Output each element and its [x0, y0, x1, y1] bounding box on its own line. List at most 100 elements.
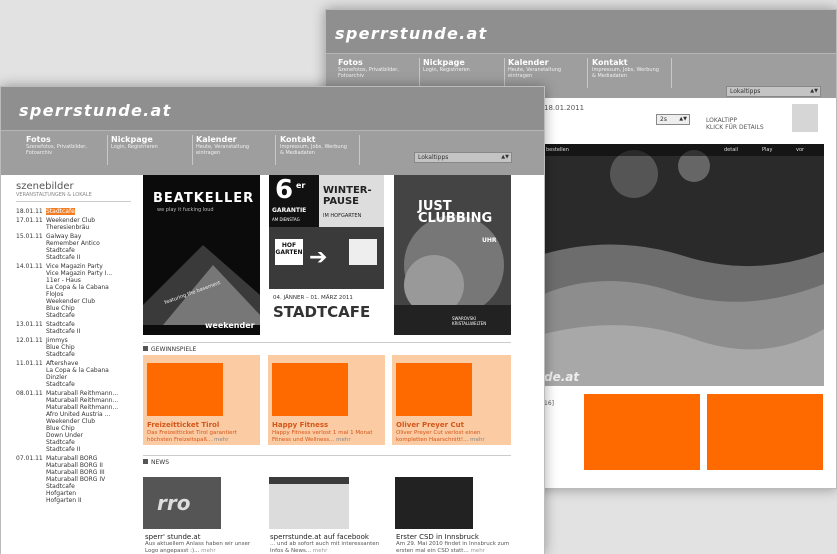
- back-nav-fotos[interactable]: Fotos Szenefotos, Privatbilder, Fotoarch…: [338, 58, 420, 88]
- poster-left-sup: er: [296, 181, 306, 190]
- back-nav-nickpage[interactable]: Nickpage Login, Registrieren: [423, 58, 505, 88]
- group-date: 14.01.11: [16, 263, 43, 270]
- news-desc: Aus aktuellem Anlass haben wir unser Log…: [145, 541, 263, 554]
- sidebar-event-link[interactable]: Blue Chip: [46, 305, 112, 312]
- gewinnspiel-card[interactable]: Happy Fitness Happy Fitness verlost 1 ma…: [268, 355, 385, 445]
- news-title[interactable]: sperr' stunde.at: [145, 533, 200, 541]
- group-entries: Stadtcafe Stadtcafe II: [46, 321, 80, 335]
- sidebar-event-link[interactable]: Maturaball Reithmann...: [46, 390, 118, 397]
- news-image[interactable]: rro: [143, 477, 221, 529]
- sidebar-event-link[interactable]: Weekender Club: [46, 298, 112, 305]
- sidebar-event-link[interactable]: Vice Magazin Party I...: [46, 270, 112, 277]
- more-link[interactable]: mehr: [336, 437, 351, 443]
- card-desc-text: Happy Fitness verlost 1 mal 1 Monat Fitn…: [272, 430, 373, 443]
- more-link[interactable]: mehr: [201, 548, 216, 554]
- sidebar-event-link[interactable]: Weekender Club: [46, 217, 95, 224]
- sidebar-event-link[interactable]: Maturaball BORG III: [46, 469, 105, 476]
- sidebar-event-link[interactable]: Stadtcafe: [46, 247, 100, 254]
- back-date: 18.01.2011: [544, 104, 585, 112]
- back-orange-box-1[interactable]: [584, 394, 700, 470]
- sidebar-event-link[interactable]: Maturaball Reithmann...: [46, 397, 118, 404]
- sidebar-event-link[interactable]: Hofgarten II: [46, 497, 105, 504]
- sidebar-event-link[interactable]: Stadtcafe: [46, 381, 109, 388]
- gallery-photo[interactable]: bestellen detail Play vor de.at: [544, 144, 824, 386]
- more-link[interactable]: mehr: [313, 548, 328, 554]
- square-bullet-icon: [143, 346, 148, 351]
- front-nav-kalender[interactable]: Kalender Heute, Veranstaltung eintragen: [196, 135, 276, 165]
- sidebar-event-link[interactable]: Vice Magazin Party: [46, 263, 112, 270]
- sidebar-event-link[interactable]: Maturaball BORG II: [46, 462, 105, 469]
- lokaltipp-sub[interactable]: KLICK FÜR DETAILS: [706, 124, 764, 131]
- front-logo[interactable]: sperrstunde.at: [19, 101, 172, 120]
- news-title[interactable]: Erster CSD in Innsbruck: [396, 533, 479, 541]
- photo-bar-vor[interactable]: vor: [796, 147, 804, 153]
- poster-left-small: AM DIENSTAG: [272, 217, 300, 222]
- front-nav-fotos[interactable]: Fotos Szenefotos, Privatbilder, Fotoarch…: [26, 135, 108, 165]
- more-link[interactable]: mehr: [470, 437, 485, 443]
- group-entries: Maturaball BORG Maturaball BORG II Maturab…: [46, 455, 105, 504]
- sidebar-event-link[interactable]: Remember Antico: [46, 240, 100, 247]
- front-nav-kontakt[interactable]: Kontakt Impressum, Jobs, Werbung & Media…: [280, 135, 360, 165]
- sidebar-subtitle: VERANSTALTUNGEN & LOKALE: [16, 192, 131, 202]
- sidebar-event-link[interactable]: 11er - Haus: [46, 277, 112, 284]
- sidebar-event-link[interactable]: Stadtcafe: [46, 208, 75, 215]
- sidebar-event-link[interactable]: Stadtcafe: [46, 312, 112, 319]
- sidebar-event-link[interactable]: La Copa & la Cabana: [46, 367, 109, 374]
- nav-title: Kalender: [508, 58, 549, 67]
- photo-bar-bestellen[interactable]: bestellen: [546, 147, 569, 153]
- front-lokaltipps-select[interactable]: Lokaltipps ▲▼: [414, 152, 512, 163]
- back-nav-kalender[interactable]: Kalender Heute, Veranstaltung eintragen: [508, 58, 588, 88]
- lokaltipp-thumbnail[interactable]: [792, 104, 818, 132]
- poster-stadtcafe[interactable]: 6 er GARANTIE AM DIENSTAG WINTER-PAUSE I…: [269, 175, 384, 335]
- sidebar-event-link[interactable]: Theresienbräu: [46, 224, 95, 231]
- sidebar-event-link[interactable]: Dinzler: [46, 374, 109, 381]
- sidebar-event-link[interactable]: Blue Chip: [46, 425, 118, 432]
- sidebar-event-link[interactable]: Maturaball BORG IV: [46, 476, 105, 483]
- sidebar-event-link[interactable]: Stadtcafe II: [46, 254, 100, 261]
- front-nav-nickpage[interactable]: Nickpage Login, Registrieren: [111, 135, 193, 165]
- sidebar-event-link[interactable]: Weekender Club: [46, 418, 118, 425]
- poster-beatkeller[interactable]: BEATKELLER we play it fucking loud featu…: [143, 175, 260, 335]
- sidebar-event-link[interactable]: Stadtcafe II: [46, 446, 118, 453]
- photo-bar-play[interactable]: Play: [762, 147, 772, 153]
- sidebar-event-link[interactable]: Stadtcafe: [46, 321, 80, 328]
- sidebar-event-link[interactable]: Jimmys: [46, 337, 75, 344]
- back-orange-box-2[interactable]: [707, 394, 823, 470]
- sidebar-event-link[interactable]: FloJos: [46, 291, 112, 298]
- front-nav: Fotos Szenefotos, Privatbilder, Fotoarch…: [1, 130, 544, 175]
- back-logo[interactable]: sperrstunde.at: [335, 24, 488, 43]
- back-lokaltipps-select[interactable]: Lokaltipps ▲▼: [726, 86, 821, 97]
- news-desc-text: Aus aktuellem Anlass haben wir unser Log…: [145, 541, 251, 554]
- sidebar-event-link[interactable]: Stadtcafe: [46, 483, 105, 490]
- gewinnspiel-card[interactable]: Oliver Preyer Cut Oliver Preyer Cut verl…: [392, 355, 511, 445]
- photo-bar-detail[interactable]: detail: [724, 147, 738, 153]
- chevron-down-icon: ▲▼: [810, 88, 818, 94]
- sidebar-event-link[interactable]: Maturaball Reithmann...: [46, 404, 118, 411]
- size-select[interactable]: 2s ▲▼: [656, 114, 690, 125]
- news-image[interactable]: [269, 477, 349, 529]
- poster-just-clubbing[interactable]: JUST CLUBBING UHR SWAROVSKI KRISTALLWELT…: [394, 175, 511, 335]
- group-date: 15.01.11: [16, 233, 43, 240]
- card-title[interactable]: Oliver Preyer Cut: [396, 421, 464, 429]
- more-link[interactable]: mehr: [470, 548, 485, 554]
- sidebar-event-link[interactable]: Blue Chip: [46, 344, 75, 351]
- sidebar-event-link[interactable]: Galway Bay: [46, 233, 100, 240]
- sidebar-event-link[interactable]: Maturaball BORG: [46, 455, 105, 462]
- sidebar-event-link[interactable]: Stadtcafe: [46, 351, 75, 358]
- card-title[interactable]: Freizeitticket Tirol: [147, 421, 219, 429]
- back-nav-kontakt[interactable]: Kontakt Impressum, Jobs, Werbung & Media…: [592, 58, 672, 88]
- sidebar-event-link[interactable]: Afro United Austria ...: [46, 411, 118, 418]
- news-title[interactable]: sperrstunde.at auf facebook: [270, 533, 369, 541]
- poster-uhr: UHR: [482, 237, 497, 244]
- card-title[interactable]: Happy Fitness: [272, 421, 328, 429]
- sidebar-event-link[interactable]: Down Under: [46, 432, 118, 439]
- sidebar-event-link[interactable]: Hofgarten: [46, 490, 105, 497]
- news-image[interactable]: [395, 477, 473, 529]
- sidebar-event-link[interactable]: La Copa & la Cabana: [46, 284, 112, 291]
- poster-right-small: IM HOFGARTEN: [323, 213, 362, 219]
- more-link[interactable]: mehr: [214, 437, 229, 443]
- gewinnspiel-card[interactable]: Freizeitticket Tirol Das Freizeitticket …: [143, 355, 260, 445]
- sidebar-event-link[interactable]: Aftershave: [46, 360, 109, 367]
- sidebar-event-link[interactable]: Stadtcafe II: [46, 328, 80, 335]
- sidebar-event-link[interactable]: Stadtcafe: [46, 439, 118, 446]
